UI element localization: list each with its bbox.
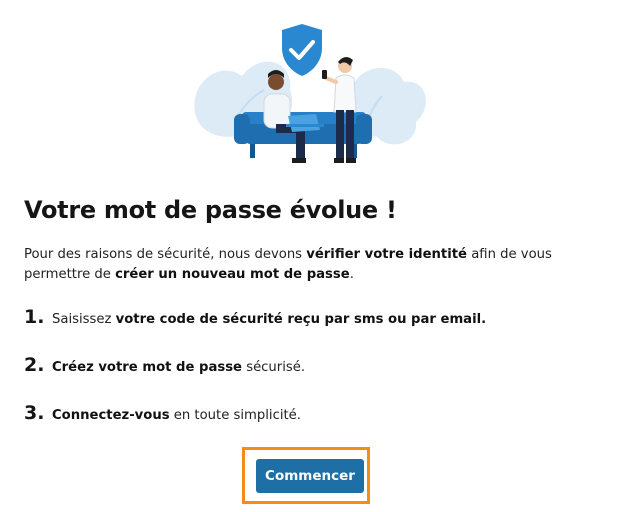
step-text: Créez votre mot de passe sécurisé. — [52, 360, 305, 375]
step-text-bold: Connectez-vous — [52, 408, 170, 423]
step-text: Saisissez votre code de sécurité reçu pa… — [52, 312, 486, 327]
step-number: 3. — [24, 402, 45, 424]
step-text-plain: Saisissez — [52, 312, 116, 327]
step-number: 1. — [24, 306, 45, 328]
intro-paragraph: Pour des raisons de sécurité, nous devon… — [24, 245, 599, 285]
step-number: 2. — [24, 354, 45, 376]
step-text-plain: en toute simplicité. — [169, 408, 301, 423]
step-text-bold: Créez votre mot de passe — [52, 360, 242, 375]
page-title: Votre mot de passe évolue ! — [24, 196, 397, 224]
step-text-plain: sécurisé. — [242, 360, 306, 375]
shield-check-icon — [282, 24, 322, 76]
intro-text: Pour des raisons de sécurité, nous devon… — [24, 247, 307, 262]
intro-emphasis-new-password: créer un nouveau mot de passe — [115, 267, 350, 282]
start-button[interactable]: Commencer — [256, 459, 364, 493]
step-item-1: 1. Saisissez votre code de sécurité reçu… — [24, 306, 486, 328]
step-item-3: 3. Connectez-vous en toute simplicité. — [24, 402, 301, 424]
intro-text: . — [349, 267, 354, 282]
security-illustration — [194, 24, 426, 163]
step-item-2: 2. Créez votre mot de passe sécurisé. — [24, 354, 305, 376]
step-text-bold: votre code de sécurité reçu par sms ou p… — [115, 312, 487, 327]
intro-emphasis-verify-identity: vérifier votre identité — [306, 247, 467, 262]
step-text: Connectez-vous en toute simplicité. — [52, 408, 301, 423]
standing-woman-figure — [322, 56, 357, 163]
seated-man-figure — [263, 70, 324, 163]
